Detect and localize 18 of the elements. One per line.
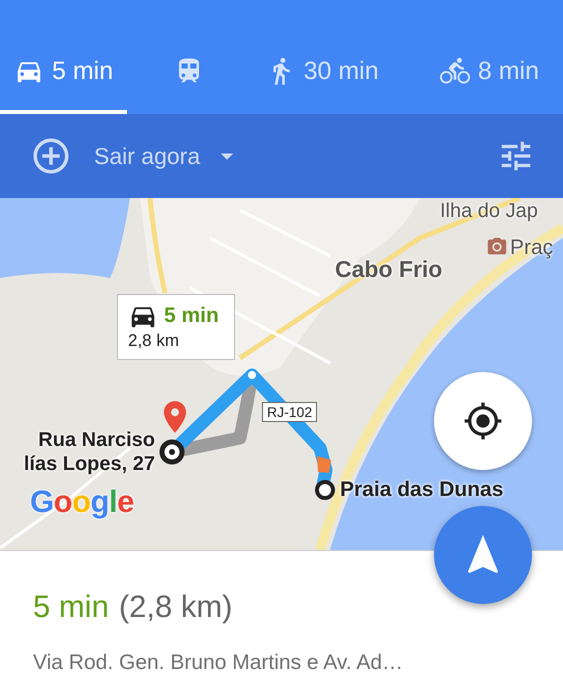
route-distance: 2,8 km <box>128 331 180 350</box>
departure-dropdown[interactable]: Sair agora <box>94 142 200 170</box>
map-label: Ilha do Jap <box>440 200 538 223</box>
trip-duration: 5 min <box>33 589 109 625</box>
route-duration: 5 min <box>164 304 219 328</box>
location-target-icon <box>463 401 503 441</box>
map-label: Praç <box>510 236 554 260</box>
route-info-card[interactable]: 5 min 2,8 km <box>117 294 235 360</box>
route-via: Via Rod. Gen. Bruno Martins e Av. Ad… <box>33 651 404 675</box>
google-logo: Google <box>30 484 134 520</box>
origin-label: Rua Narciso <box>37 428 155 452</box>
destination-label: Praia das Dunas <box>340 478 504 502</box>
bicycle-icon <box>440 56 470 86</box>
travel-mode-tab[interactable]: 30 min <box>252 32 393 114</box>
travel-mode-tab[interactable]: 8 min <box>426 32 553 114</box>
trip-distance: (2,8 km) <box>118 589 232 625</box>
road-sign: RJ-102 <box>262 402 318 422</box>
origin-label: lías Lopes, 27 <box>24 452 155 476</box>
